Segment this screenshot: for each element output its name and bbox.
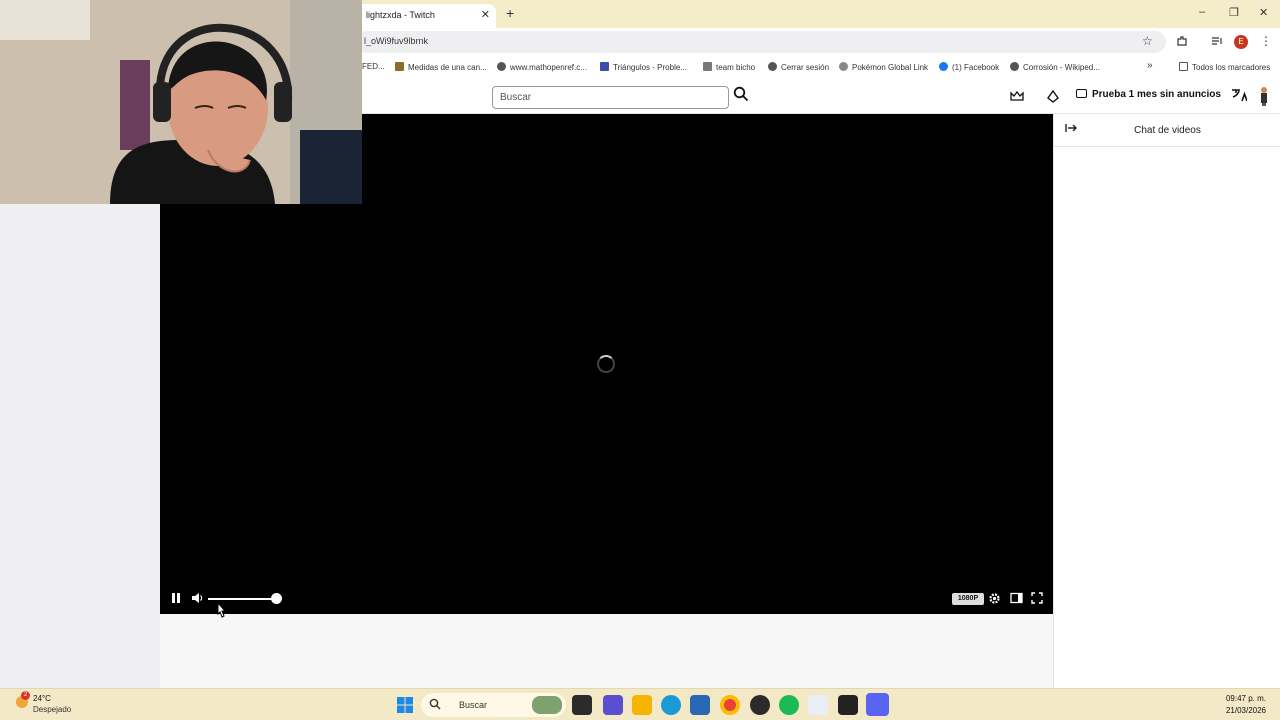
search-placeholder: Buscar [500,92,532,103]
mouse-cursor-icon [215,601,227,625]
task-view-icon[interactable] [572,695,592,715]
globe-icon [1010,62,1019,71]
discord-icon[interactable] [866,693,889,716]
bookmark-item[interactable]: Corrosión - Wikiped... [1010,62,1100,72]
weather-badge: 2 [21,691,30,700]
triangle-icon [600,62,609,71]
settings-gear-icon[interactable] [988,592,1001,608]
taskbar-search[interactable]: Buscar [421,693,566,717]
browser-tab[interactable]: lightzxda - Twitch ✕ [356,4,496,28]
taskbar: 2 24°C Despejado Buscar 09:47 p. m. 21/0… [0,688,1280,720]
bits-icon[interactable] [1047,89,1059,106]
chat-header: Chat de videos [1054,114,1280,147]
table-icon [703,62,712,71]
bookmarks-overflow-button[interactable]: » [1147,60,1153,71]
weather-condition-label: Despejado [33,705,72,714]
profile-avatar[interactable]: E [1234,35,1248,49]
globe-icon [768,62,777,71]
spotify-icon[interactable] [779,695,799,715]
search-input[interactable]: Buscar [492,86,729,109]
restore-button[interactable]: ❐ [1229,6,1239,19]
minimize-button[interactable]: – [1199,6,1205,18]
media-control-icon[interactable] [1211,35,1223,49]
search-icon [429,698,441,712]
all-bookmarks-button[interactable]: Todos los marcadores [1179,62,1270,72]
bookmark-item[interactable]: (1) Facebook [939,62,999,72]
bookmark-item[interactable]: Triángulos - Proble... [600,62,687,72]
pause-button[interactable] [171,592,181,607]
new-tab-button[interactable]: + [506,5,514,21]
search-highlight-image [532,696,562,714]
clock-date: 21/03/2026 [1225,706,1266,715]
bookmark-item[interactable]: Pokémon Global Link [839,62,928,72]
fullscreen-icon[interactable] [1031,592,1043,607]
volume-slider-handle[interactable] [271,593,282,604]
temperature-label: 24°C [33,694,51,703]
globe-icon [497,62,506,71]
address-bar[interactable]: l_oWi9fuv9lbrnk [356,31,1166,53]
weather-widget[interactable]: 2 [14,691,30,714]
tab-close-icon[interactable]: ✕ [481,8,490,21]
promo-label: Prueba 1 mes sin anuncios [1092,89,1221,100]
clock-time: 09:47 p. m. [1225,694,1266,703]
folder-icon [1179,62,1188,71]
crown-icon [395,62,404,71]
ad-free-icon [1076,89,1087,98]
ms-store-icon[interactable] [690,695,710,715]
windows-start-icon[interactable] [395,695,415,715]
volume-slider-track[interactable] [208,598,276,600]
below-player-area [160,614,1053,688]
chat-panel: Chat de videos [1053,114,1280,688]
tab-title: lightzxda - Twitch [366,10,435,20]
edge-icon[interactable] [661,695,681,715]
security-icon[interactable] [808,695,828,715]
obs-icon[interactable] [750,695,770,715]
extensions-icon[interactable] [1176,35,1188,49]
bookmark-item[interactable]: Medidas de una can... [395,62,487,72]
volume-icon[interactable] [191,592,204,607]
facebook-icon [939,62,948,71]
translate-icon[interactable] [1231,88,1248,105]
menu-icon[interactable]: ⋮ [1260,35,1272,47]
file-explorer-icon[interactable] [632,695,652,715]
bookmark-item[interactable]: www.mathopenref.c... [497,62,587,72]
webcam-overlay [0,0,362,204]
taskbar-search-label: Buscar [459,700,488,710]
chat-title: Chat de videos [1134,125,1201,136]
star-icon[interactable]: ☆ [1142,35,1153,47]
close-window-button[interactable]: ✕ [1259,6,1268,19]
search-icon[interactable] [733,86,751,106]
left-sidebar [0,204,160,688]
bookmark-item[interactable]: Cerrar sesión [768,62,829,72]
pokeball-icon [839,62,848,71]
bookmark-item[interactable]: FED... [362,62,385,71]
screen: lightzxda - Twitch ✕ + – ❐ ✕ l_oWi9fuv9l… [0,0,1280,720]
crown-icon[interactable] [1010,90,1024,105]
webcam-feed-image [0,0,362,204]
url-text: l_oWi9fuv9lbrnk [364,36,429,46]
loading-spinner [597,355,615,373]
ad-free-trial-button[interactable]: Prueba 1 mes sin anuncios [1076,89,1221,100]
chrome-icon[interactable] [720,695,740,715]
quality-badge[interactable]: 1080P [952,593,984,605]
capcut-icon[interactable] [838,695,858,715]
store-icon[interactable] [603,695,623,715]
user-avatar[interactable] [1258,86,1270,109]
bookmark-item[interactable]: team bicho [703,62,755,72]
theatre-mode-icon[interactable] [1010,592,1023,607]
